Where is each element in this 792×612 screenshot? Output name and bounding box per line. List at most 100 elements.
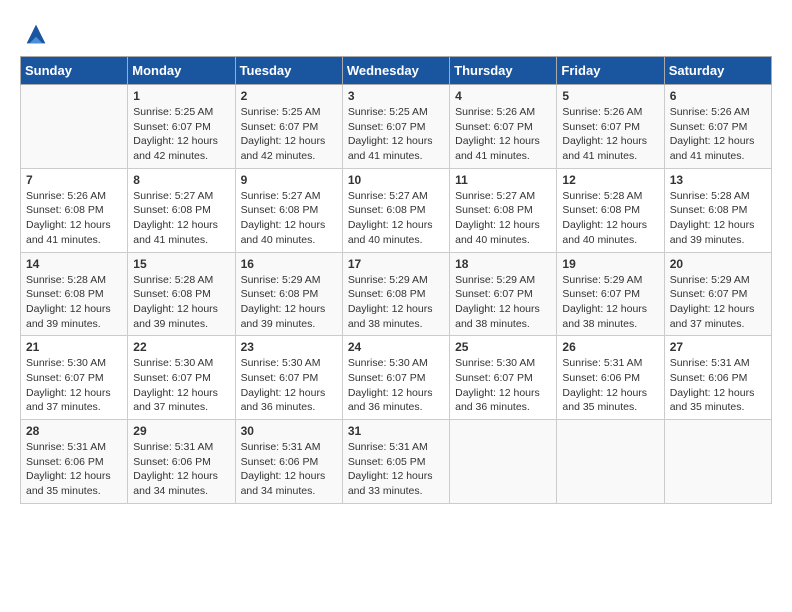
calendar-cell: 15 Sunrise: 5:28 AM Sunset: 6:08 PM Dayli… xyxy=(128,252,235,336)
day-number: 15 xyxy=(133,257,229,271)
day-number: 3 xyxy=(348,89,444,103)
calendar-cell: 22 Sunrise: 5:30 AM Sunset: 6:07 PM Dayli… xyxy=(128,336,235,420)
calendar-cell xyxy=(21,85,128,169)
day-info: Sunrise: 5:29 AM Sunset: 6:08 PM Dayligh… xyxy=(348,273,444,332)
calendar-cell: 24 Sunrise: 5:30 AM Sunset: 6:07 PM Dayli… xyxy=(342,336,449,420)
day-info: Sunrise: 5:29 AM Sunset: 6:07 PM Dayligh… xyxy=(455,273,551,332)
calendar-table: SundayMondayTuesdayWednesdayThursdayFrid… xyxy=(20,56,772,504)
calendar-cell: 20Sunrise: 5:29 AM Sunset: 6:07 PM Dayli… xyxy=(664,252,771,336)
day-info: Sunrise: 5:25 AM Sunset: 6:07 PM Dayligh… xyxy=(241,105,337,164)
day-info: Sunrise: 5:25 AM Sunset: 6:07 PM Dayligh… xyxy=(133,105,229,164)
calendar-cell: 21 Sunrise: 5:30 AM Sunset: 6:07 PM Dayli… xyxy=(21,336,128,420)
day-number: 11 xyxy=(455,173,551,187)
day-info: Sunrise: 5:28 AM Sunset: 6:08 PM Dayligh… xyxy=(562,189,658,248)
calendar-cell: 7Sunrise: 5:26 AM Sunset: 6:08 PM Daylig… xyxy=(21,168,128,252)
calendar-cell: 10Sunrise: 5:27 AM Sunset: 6:08 PM Dayli… xyxy=(342,168,449,252)
calendar-cell: 14 Sunrise: 5:28 AM Sunset: 6:08 PM Dayli… xyxy=(21,252,128,336)
calendar-cell xyxy=(557,420,664,504)
calendar-week-row: 28 Sunrise: 5:31 AM Sunset: 6:06 PM Dayli… xyxy=(21,420,772,504)
day-number: 18 xyxy=(455,257,551,271)
day-info: Sunrise: 5:26 AM Sunset: 6:07 PM Dayligh… xyxy=(670,105,766,164)
day-info: Sunrise: 5:26 AM Sunset: 6:08 PM Dayligh… xyxy=(26,189,122,248)
day-number: 8 xyxy=(133,173,229,187)
calendar-cell: 25Sunrise: 5:30 AM Sunset: 6:07 PM Dayli… xyxy=(450,336,557,420)
calendar-cell: 17 Sunrise: 5:29 AM Sunset: 6:08 PM Dayli… xyxy=(342,252,449,336)
calendar-week-row: 7Sunrise: 5:26 AM Sunset: 6:08 PM Daylig… xyxy=(21,168,772,252)
day-info: Sunrise: 5:31 AM Sunset: 6:05 PM Dayligh… xyxy=(348,440,444,499)
day-number: 17 xyxy=(348,257,444,271)
day-number: 30 xyxy=(241,424,337,438)
day-number: 31 xyxy=(348,424,444,438)
calendar-cell: 5Sunrise: 5:26 AM Sunset: 6:07 PM Daylig… xyxy=(557,85,664,169)
calendar-cell: 31 Sunrise: 5:31 AM Sunset: 6:05 PM Dayli… xyxy=(342,420,449,504)
page-header xyxy=(20,20,772,48)
calendar-cell: 23 Sunrise: 5:30 AM Sunset: 6:07 PM Dayli… xyxy=(235,336,342,420)
day-info: Sunrise: 5:25 AM Sunset: 6:07 PM Dayligh… xyxy=(348,105,444,164)
calendar-cell: 2 Sunrise: 5:25 AM Sunset: 6:07 PM Daylig… xyxy=(235,85,342,169)
calendar-cell: 3 Sunrise: 5:25 AM Sunset: 6:07 PM Daylig… xyxy=(342,85,449,169)
calendar-week-row: 1 Sunrise: 5:25 AM Sunset: 6:07 PM Daylig… xyxy=(21,85,772,169)
calendar-cell xyxy=(664,420,771,504)
day-number: 26 xyxy=(562,340,658,354)
day-info: Sunrise: 5:30 AM Sunset: 6:07 PM Dayligh… xyxy=(241,356,337,415)
logo xyxy=(20,20,50,48)
day-info: Sunrise: 5:28 AM Sunset: 6:08 PM Dayligh… xyxy=(133,273,229,332)
day-number: 28 xyxy=(26,424,122,438)
day-info: Sunrise: 5:27 AM Sunset: 6:08 PM Dayligh… xyxy=(455,189,551,248)
day-info: Sunrise: 5:29 AM Sunset: 6:08 PM Dayligh… xyxy=(241,273,337,332)
calendar-cell: 28 Sunrise: 5:31 AM Sunset: 6:06 PM Dayli… xyxy=(21,420,128,504)
day-number: 1 xyxy=(133,89,229,103)
calendar-cell: 4 Sunrise: 5:26 AM Sunset: 6:07 PM Daylig… xyxy=(450,85,557,169)
day-number: 16 xyxy=(241,257,337,271)
day-number: 14 xyxy=(26,257,122,271)
day-info: Sunrise: 5:27 AM Sunset: 6:08 PM Dayligh… xyxy=(241,189,337,248)
day-number: 10 xyxy=(348,173,444,187)
day-number: 6 xyxy=(670,89,766,103)
calendar-cell: 16 Sunrise: 5:29 AM Sunset: 6:08 PM Dayli… xyxy=(235,252,342,336)
calendar-cell: 30Sunrise: 5:31 AM Sunset: 6:06 PM Dayli… xyxy=(235,420,342,504)
calendar-week-row: 21 Sunrise: 5:30 AM Sunset: 6:07 PM Dayli… xyxy=(21,336,772,420)
day-info: Sunrise: 5:30 AM Sunset: 6:07 PM Dayligh… xyxy=(26,356,122,415)
day-info: Sunrise: 5:29 AM Sunset: 6:07 PM Dayligh… xyxy=(562,273,658,332)
calendar-cell: 19Sunrise: 5:29 AM Sunset: 6:07 PM Dayli… xyxy=(557,252,664,336)
day-number: 12 xyxy=(562,173,658,187)
weekday-header-wednesday: Wednesday xyxy=(342,57,449,85)
day-info: Sunrise: 5:27 AM Sunset: 6:08 PM Dayligh… xyxy=(133,189,229,248)
weekday-header-row: SundayMondayTuesdayWednesdayThursdayFrid… xyxy=(21,57,772,85)
calendar-cell: 27 Sunrise: 5:31 AM Sunset: 6:06 PM Dayli… xyxy=(664,336,771,420)
day-info: Sunrise: 5:26 AM Sunset: 6:07 PM Dayligh… xyxy=(455,105,551,164)
day-info: Sunrise: 5:31 AM Sunset: 6:06 PM Dayligh… xyxy=(670,356,766,415)
day-number: 24 xyxy=(348,340,444,354)
day-number: 25 xyxy=(455,340,551,354)
day-number: 2 xyxy=(241,89,337,103)
weekday-header-thursday: Thursday xyxy=(450,57,557,85)
calendar-cell: 12 Sunrise: 5:28 AM Sunset: 6:08 PM Dayli… xyxy=(557,168,664,252)
day-number: 21 xyxy=(26,340,122,354)
calendar-cell: 13 Sunrise: 5:28 AM Sunset: 6:08 PM Dayli… xyxy=(664,168,771,252)
weekday-header-saturday: Saturday xyxy=(664,57,771,85)
day-info: Sunrise: 5:30 AM Sunset: 6:07 PM Dayligh… xyxy=(133,356,229,415)
calendar-cell: 11 Sunrise: 5:27 AM Sunset: 6:08 PM Dayli… xyxy=(450,168,557,252)
calendar-cell: 9 Sunrise: 5:27 AM Sunset: 6:08 PM Daylig… xyxy=(235,168,342,252)
day-number: 27 xyxy=(670,340,766,354)
day-info: Sunrise: 5:28 AM Sunset: 6:08 PM Dayligh… xyxy=(670,189,766,248)
calendar-cell: 6 Sunrise: 5:26 AM Sunset: 6:07 PM Daylig… xyxy=(664,85,771,169)
day-number: 22 xyxy=(133,340,229,354)
day-number: 9 xyxy=(241,173,337,187)
day-number: 13 xyxy=(670,173,766,187)
calendar-cell: 18 Sunrise: 5:29 AM Sunset: 6:07 PM Dayli… xyxy=(450,252,557,336)
calendar-cell: 1 Sunrise: 5:25 AM Sunset: 6:07 PM Daylig… xyxy=(128,85,235,169)
weekday-header-friday: Friday xyxy=(557,57,664,85)
calendar-cell xyxy=(450,420,557,504)
day-info: Sunrise: 5:31 AM Sunset: 6:06 PM Dayligh… xyxy=(26,440,122,499)
day-info: Sunrise: 5:28 AM Sunset: 6:08 PM Dayligh… xyxy=(26,273,122,332)
calendar-week-row: 14 Sunrise: 5:28 AM Sunset: 6:08 PM Dayli… xyxy=(21,252,772,336)
day-number: 29 xyxy=(133,424,229,438)
day-number: 23 xyxy=(241,340,337,354)
day-info: Sunrise: 5:31 AM Sunset: 6:06 PM Dayligh… xyxy=(562,356,658,415)
weekday-header-monday: Monday xyxy=(128,57,235,85)
day-info: Sunrise: 5:26 AM Sunset: 6:07 PM Dayligh… xyxy=(562,105,658,164)
calendar-cell: 8 Sunrise: 5:27 AM Sunset: 6:08 PM Daylig… xyxy=(128,168,235,252)
day-number: 4 xyxy=(455,89,551,103)
day-info: Sunrise: 5:30 AM Sunset: 6:07 PM Dayligh… xyxy=(348,356,444,415)
